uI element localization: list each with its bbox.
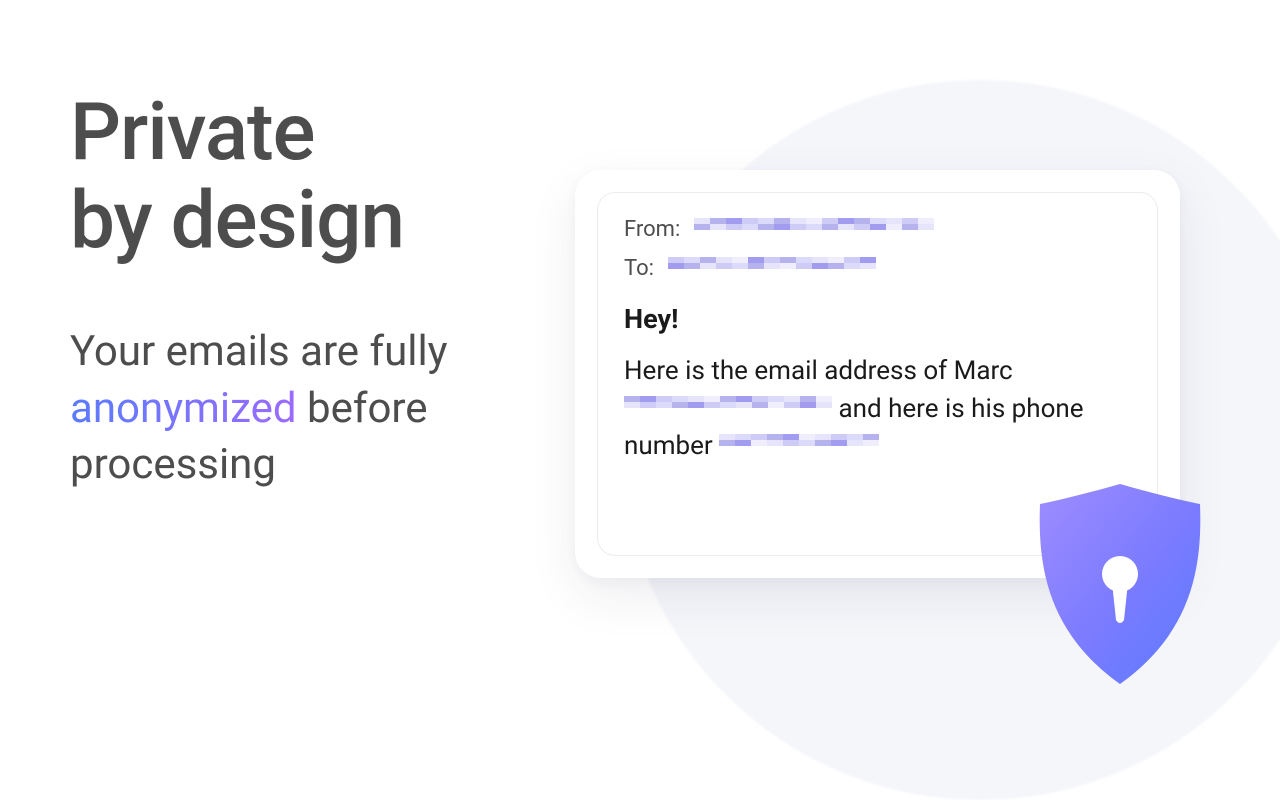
body-part-1: Here is the email address of Marc	[624, 356, 1013, 386]
email-greeting: Hey!	[624, 303, 1131, 335]
headline-line-2: by design	[70, 173, 404, 267]
from-label: From:	[624, 217, 680, 242]
hero-subheadline: Your emails are fully anonymized before …	[70, 324, 570, 494]
redacted-from-value	[694, 218, 934, 242]
sub-before: Your emails are fully	[70, 327, 448, 376]
to-label: To:	[624, 256, 654, 281]
redacted-phone-number	[719, 434, 879, 458]
email-from-row: From:	[624, 217, 1131, 242]
lock-shield-icon	[1030, 480, 1210, 690]
redacted-email-address	[624, 396, 832, 420]
sub-highlight: anonymized	[70, 384, 297, 433]
email-to-row: To:	[624, 256, 1131, 281]
hero-text-block: Private by design Your emails are fully …	[70, 88, 570, 494]
redacted-to-value	[668, 257, 876, 281]
email-body: Here is the email address of Marc and he…	[624, 353, 1131, 466]
headline-line-1: Private	[70, 85, 314, 179]
hero-headline: Private by design	[70, 88, 570, 264]
